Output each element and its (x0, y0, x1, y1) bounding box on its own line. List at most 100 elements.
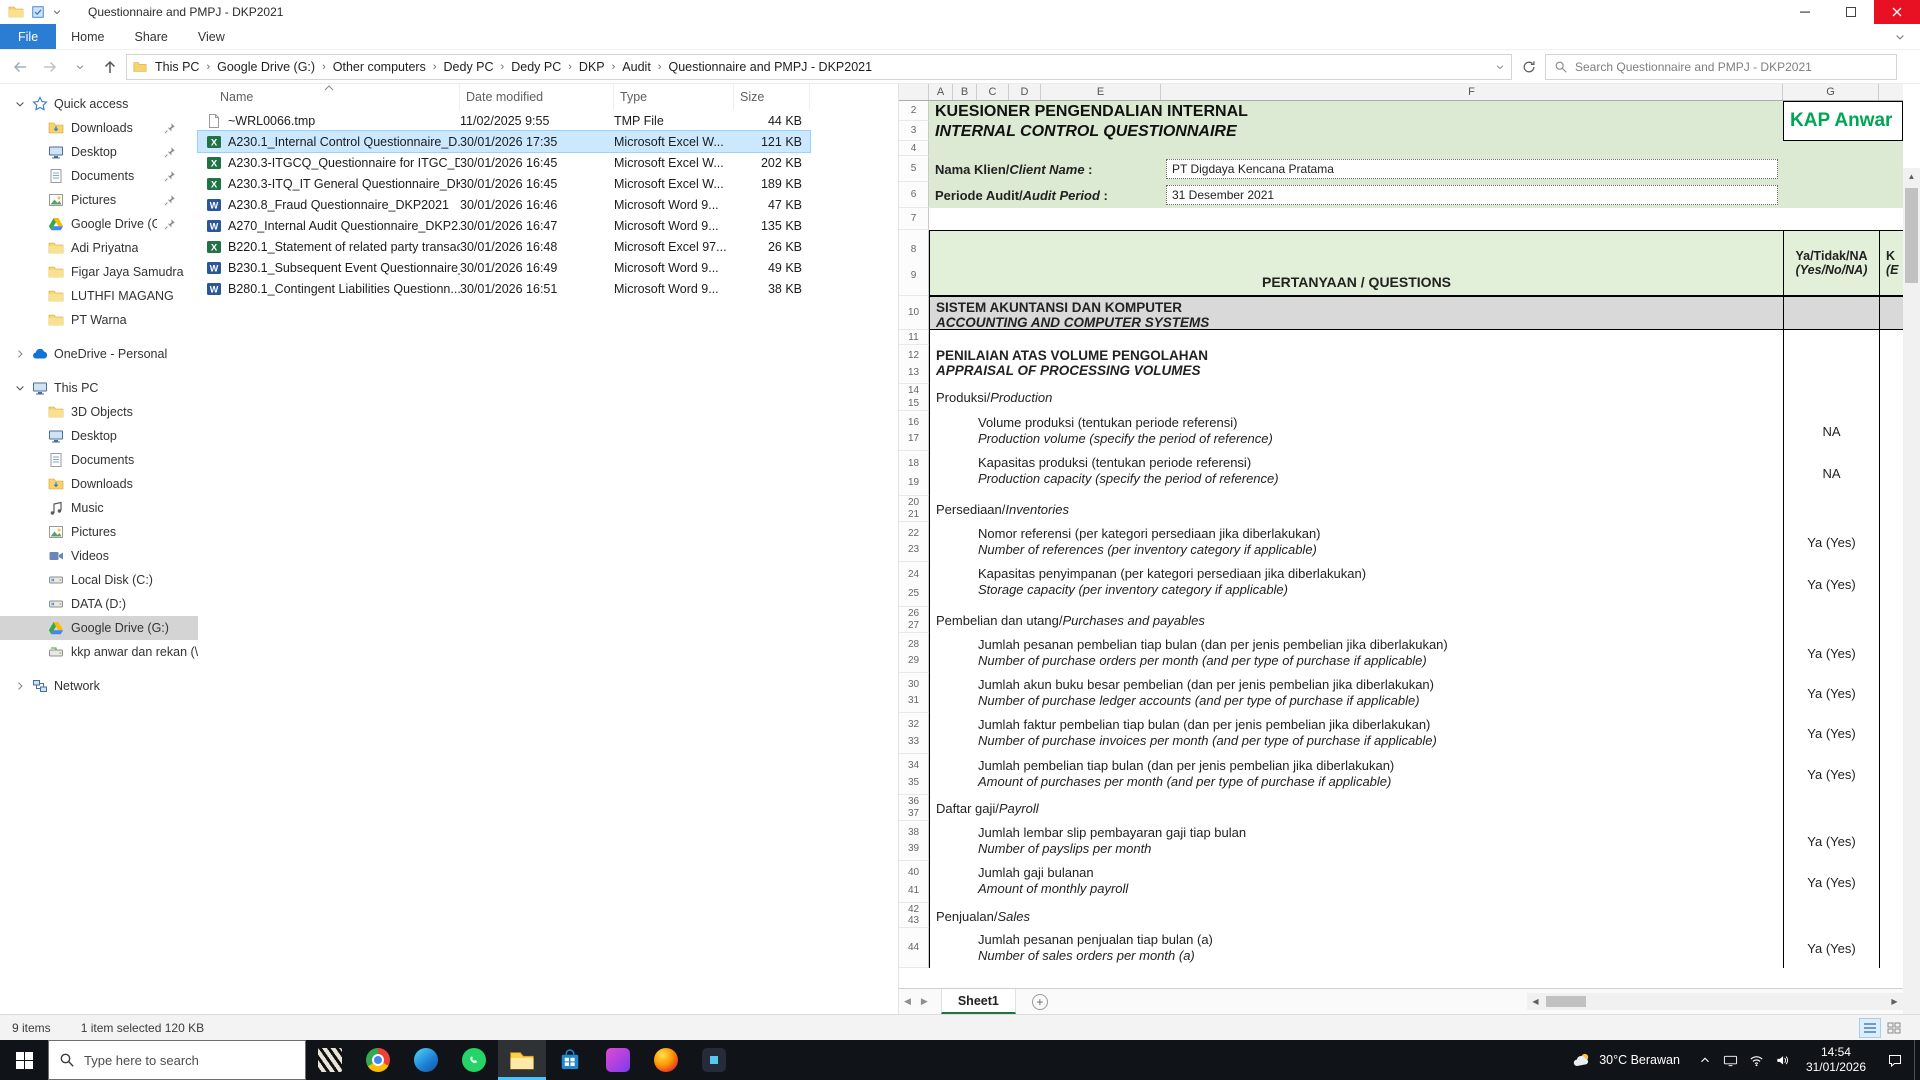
file-row-a270-internal-audit-questionnaire-dkp2[interactable]: WA270_Internal Audit Questionnaire_DKP2.… (198, 215, 810, 236)
file-menu-tab[interactable]: File (0, 24, 56, 49)
file-row-a230-8-fraud-questionnaire-dkp2021[interactable]: WA230.8_Fraud Questionnaire_DKP202130/01… (198, 194, 810, 215)
details-view-button[interactable] (1860, 1019, 1880, 1037)
add-sheet-icon[interactable]: + (1032, 994, 1048, 1010)
tray-display-icon[interactable] (1718, 1040, 1744, 1080)
sidebar-item-google-drive-g[interactable]: Google Drive (G:) (0, 616, 198, 640)
ribbon-tab-share[interactable]: Share (120, 24, 183, 49)
horizontal-scrollbar[interactable]: ◀ ▶ (1527, 993, 1903, 1010)
scroll-left-icon[interactable]: ◀ (1527, 997, 1544, 1006)
sidebar-item-figar-jaya-samudra[interactable]: Figar Jaya Samudra (0, 260, 198, 284)
sidebar-item-downloads[interactable]: Downloads (0, 116, 198, 140)
sidebar-item-desktop[interactable]: Desktop (0, 424, 198, 448)
chrome-icon[interactable] (354, 1040, 402, 1080)
chevron-right-icon[interactable] (14, 348, 26, 360)
close-button[interactable] (1874, 0, 1920, 24)
sidebar-item-videos[interactable]: Videos (0, 544, 198, 568)
file-row-a230-3-itq-it-general-questionnaire-dk[interactable]: XA230.3-ITQ_IT General Questionnaire_DK.… (198, 173, 810, 194)
breadcrumb-item-dkp[interactable]: DKP (576, 58, 608, 76)
sidebar-item-documents[interactable]: Documents (0, 448, 198, 472)
sidebar-item-luthfi-magang[interactable]: LUTHFI MAGANG (0, 284, 198, 308)
sidebar-item-pt-warna[interactable]: PT Warna (0, 308, 198, 332)
file-row-b230-1-subsequent-event-questionnaire[interactable]: WB230.1_Subsequent Event Questionnaire_.… (198, 257, 810, 278)
breadcrumb-item-google-drive-g[interactable]: Google Drive (G:) (214, 58, 318, 76)
show-desktop-button[interactable] (1914, 1040, 1920, 1080)
file-row-b220-1-statement-of-related-party-transac[interactable]: XB220.1_Statement of related party trans… (198, 236, 810, 257)
file-row-a230-3-itgcq-questionnaire-for-itgc-dk[interactable]: XA230.3-ITGCQ_Questionnaire for ITGC_DK.… (198, 152, 810, 173)
quick-access-toolbar-properties-icon[interactable] (31, 5, 45, 19)
sidebar-section-quick-access[interactable]: Quick access (0, 92, 198, 116)
sheet-tab[interactable]: Sheet1 (941, 989, 1016, 1014)
breadcrumb-item-questionnaire-and-pmpj-dkp2021[interactable]: Questionnaire and PMPJ - DKP2021 (665, 58, 875, 76)
sidebar-item-adi-priyatna[interactable]: Adi Priyatna (0, 236, 198, 260)
start-button[interactable] (0, 1040, 48, 1080)
sidebar-item-3d-objects[interactable]: 3D Objects (0, 400, 198, 424)
sidebar-item-desktop[interactable]: Desktop (0, 140, 198, 164)
media-app-icon[interactable] (594, 1040, 642, 1080)
sidebar-item-data-d[interactable]: DATA (D:) (0, 592, 198, 616)
sheet-nav-left-icon[interactable]: ◀ (899, 996, 916, 1007)
sidebar-item-pictures[interactable]: Pictures (0, 188, 198, 212)
search-box[interactable]: Search Questionnaire and PMPJ - DKP2021 (1545, 54, 1897, 80)
vertical-scroll-thumb[interactable] (1905, 188, 1918, 283)
question-text-en: Amount of monthly payroll (978, 881, 1783, 897)
microsoft-store-icon[interactable] (546, 1040, 594, 1080)
scroll-right-icon[interactable]: ▶ (1886, 997, 1903, 1006)
hidden-icons-chevron-icon[interactable] (1692, 1040, 1718, 1080)
refresh-button[interactable] (1515, 54, 1542, 80)
taskbar-clock[interactable]: 14:54 31/01/2026 (1796, 1045, 1876, 1075)
answer-cell: Ya (Yes) (1783, 928, 1879, 968)
breadcrumb-item-dedy-pc[interactable]: Dedy PC (441, 58, 497, 76)
sheet-nav-right-icon[interactable]: ▶ (916, 996, 933, 1007)
column-header-size[interactable]: Size (734, 84, 810, 110)
large-icons-view-button[interactable] (1884, 1019, 1904, 1037)
file-row-wrl0066-tmp[interactable]: ~WRL0066.tmp11/02/2025 9:55TMP File44 KB (198, 110, 810, 131)
sidebar-item-local-disk-c[interactable]: Local Disk (C:) (0, 568, 198, 592)
address-dropdown-chevron-icon[interactable] (1495, 62, 1505, 72)
quick-access-toolbar-chevron-icon[interactable] (52, 7, 62, 17)
back-button[interactable] (6, 54, 33, 80)
column-header-date-modified[interactable]: Date modified (460, 84, 614, 110)
weather-widget[interactable]: 30°C Berawan (1560, 1051, 1692, 1069)
ribbon-tab-view[interactable]: View (183, 24, 240, 49)
whatsapp-icon[interactable] (450, 1040, 498, 1080)
up-button[interactable] (96, 54, 123, 80)
breadcrumb-item-audit[interactable]: Audit (619, 58, 654, 76)
ribbon-expand-chevron-icon[interactable] (1894, 31, 1906, 43)
action-center-icon[interactable] (1876, 1040, 1914, 1080)
chevron-right-icon[interactable] (14, 680, 26, 692)
column-header-type[interactable]: Type (614, 84, 734, 110)
sidebar-section-this-pc[interactable]: This PC (0, 376, 198, 400)
sidebar-item-music[interactable]: Music (0, 496, 198, 520)
chevron-down-icon[interactable] (14, 98, 26, 110)
edge-icon[interactable] (402, 1040, 450, 1080)
sidebar-item-kkp-anwar-dan-rekan-1[interactable]: kkp anwar dan rekan (\\1 (0, 640, 198, 664)
ribbon-tab-home[interactable]: Home (56, 24, 119, 49)
dark-app-icon[interactable] (690, 1040, 738, 1080)
horizontal-scroll-thumb[interactable] (1546, 996, 1586, 1007)
file-row-b280-1-contingent-liabilities-questionn[interactable]: WB280.1_Contingent Liabilities Questionn… (198, 278, 810, 299)
forward-button[interactable] (36, 54, 63, 80)
sidebar-item-pictures[interactable]: Pictures (0, 520, 198, 544)
chevron-down-icon[interactable] (14, 382, 26, 394)
sidebar-section-onedrive-personal[interactable]: OneDrive - Personal (0, 342, 198, 366)
taskbar-search-box[interactable]: Type here to search (48, 1040, 306, 1080)
minimize-button[interactable] (1782, 0, 1828, 24)
scroll-up-icon[interactable]: ▲ (1903, 168, 1920, 185)
tray-wifi-icon[interactable] (1744, 1040, 1770, 1080)
recent-locations-chevron-icon[interactable] (66, 54, 93, 80)
breadcrumb-item-dedy-pc[interactable]: Dedy PC (508, 58, 564, 76)
sidebar-item-documents[interactable]: Documents (0, 164, 198, 188)
breadcrumb-item-other-computers[interactable]: Other computers (330, 58, 429, 76)
maximize-button[interactable] (1828, 0, 1874, 24)
firefox-icon[interactable] (642, 1040, 690, 1080)
sidebar-item-downloads[interactable]: Downloads (0, 472, 198, 496)
zebra-photo-icon[interactable] (306, 1040, 354, 1080)
address-bar[interactable]: This PC›Google Drive (G:)›Other computer… (126, 54, 1512, 80)
breadcrumb-item-this-pc[interactable]: This PC (152, 58, 202, 76)
file-explorer-icon[interactable] (498, 1040, 546, 1080)
vertical-scrollbar[interactable]: ▲ ▼ (1903, 168, 1920, 1072)
file-row-a230-1-internal-control-questionnaire-d[interactable]: XA230.1_Internal Control Questionnaire_D… (198, 131, 810, 152)
tray-volume-icon[interactable] (1770, 1040, 1796, 1080)
sidebar-section-network[interactable]: Network (0, 674, 198, 698)
sidebar-item-google-drive-g[interactable]: Google Drive (G:) (0, 212, 198, 236)
